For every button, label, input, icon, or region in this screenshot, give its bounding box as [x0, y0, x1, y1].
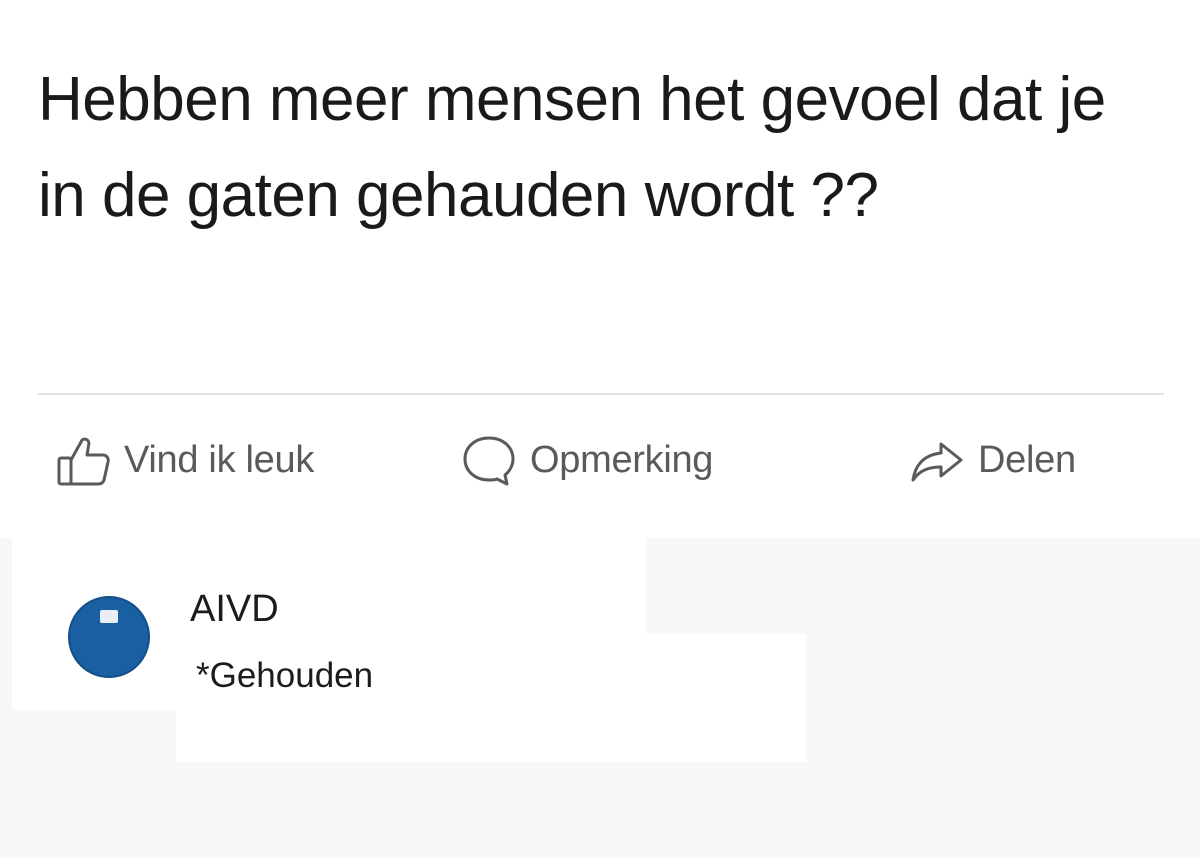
comment-text: *Gehouden [196, 656, 374, 695]
speech-bubble-icon [458, 428, 520, 492]
comment-author[interactable]: AIVD [190, 588, 279, 631]
thumbs-up-icon [52, 428, 114, 492]
post-text: Hebben meer mensen het gevoel dat je in … [38, 65, 1106, 230]
like-label: Vind ik leuk [124, 438, 315, 481]
comment-button[interactable]: Opmerking [458, 428, 713, 492]
comment-label: Opmerking [530, 438, 714, 481]
logo-icon [100, 610, 118, 623]
comment-bubble-extension [176, 634, 806, 762]
share-button[interactable]: Delen [906, 428, 1076, 492]
like-button[interactable]: Vind ik leuk [52, 428, 314, 492]
avatar[interactable] [68, 596, 150, 678]
post-divider [38, 393, 1164, 395]
post-card: Hebben meer mensen het gevoel dat je in … [0, 0, 1200, 538]
comment-section: AIVD *Gehouden [0, 538, 1200, 858]
share-label: Delen [978, 438, 1076, 481]
share-arrow-icon [906, 428, 968, 492]
